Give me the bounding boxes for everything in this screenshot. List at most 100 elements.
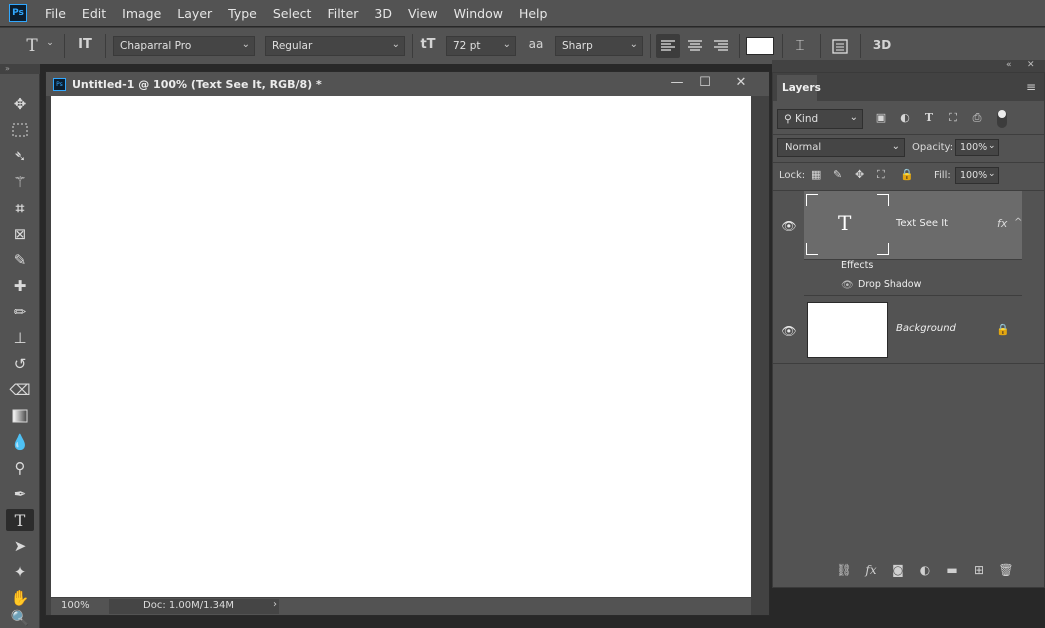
lock-image-pixels-icon[interactable]: ✎ <box>833 168 842 181</box>
shape-filter-icon[interactable]: ⛶ <box>945 111 961 127</box>
menu-file[interactable]: File <box>37 6 74 21</box>
lock-label: Lock: <box>779 170 806 181</box>
eyedropper-tool-icon[interactable]: ✎ <box>6 249 34 271</box>
magic-wand-tool-icon[interactable]: ⚚ <box>6 171 34 193</box>
menu-help[interactable]: Help <box>511 6 556 21</box>
gradient-tool-icon[interactable] <box>6 405 34 427</box>
warp-text-icon[interactable]: ⌶ <box>789 36 811 54</box>
document-title: Untitled-1 @ 100% (Text See It, RGB/8) * <box>72 77 322 91</box>
chevron-down-icon: ⌄ <box>241 39 250 50</box>
move-tool-icon[interactable]: ✥ <box>6 93 34 115</box>
menu-layer[interactable]: Layer <box>169 6 220 21</box>
link-layers-icon[interactable]: ⛓ <box>836 563 852 579</box>
divider <box>782 34 783 58</box>
type-tool-preset-icon[interactable]: T <box>22 36 42 56</box>
menu-window[interactable]: Window <box>446 6 511 21</box>
chevron-up-icon[interactable]: ^ <box>1014 217 1022 228</box>
marquee-tool-icon[interactable] <box>6 119 34 141</box>
effect-visibility-eye-icon[interactable]: 👁 <box>841 280 854 291</box>
visibility-eye-icon[interactable]: 👁 <box>781 324 797 338</box>
canvas[interactable] <box>51 96 751 597</box>
close-panel-icon[interactable]: ✕ <box>1027 60 1035 70</box>
menu-3d[interactable]: 3D <box>366 6 400 21</box>
menu-image[interactable]: Image <box>114 6 169 21</box>
delete-layer-icon[interactable]: 🗑 <box>998 563 1014 579</box>
blur-tool-icon[interactable]: 💧 <box>6 431 34 453</box>
zoom-level[interactable]: 100% <box>55 600 107 614</box>
lock-transparent-pixels-icon[interactable]: ▦ <box>811 168 821 181</box>
font-size-dropdown[interactable]: 72 pt ⌄ <box>446 36 516 56</box>
crop-tool-icon[interactable]: ⌗ <box>6 197 34 219</box>
clone-stamp-tool-icon[interactable]: ⊥ <box>6 327 34 349</box>
menu-type[interactable]: Type <box>220 6 265 21</box>
minimize-button[interactable]: — <box>666 75 688 93</box>
frame-tool-icon[interactable]: ⊠ <box>6 223 34 245</box>
tab-layers[interactable]: Layers <box>777 75 821 101</box>
path-selection-tool-icon[interactable]: ➤ <box>6 535 34 557</box>
add-mask-icon[interactable]: ◙ <box>890 563 906 579</box>
maximize-button[interactable]: ☐ <box>694 75 716 93</box>
panel-dock-header: « ✕ <box>772 60 1045 72</box>
new-group-icon[interactable]: ▬ <box>944 563 960 579</box>
pen-tool-icon[interactable]: ✒ <box>6 483 34 505</box>
dodge-tool-icon[interactable]: ⚲ <box>6 457 34 479</box>
hand-tool-icon[interactable]: ✋ <box>6 587 34 609</box>
align-left-button[interactable] <box>656 34 680 58</box>
lasso-tool-icon[interactable]: ➴ <box>6 145 34 167</box>
chevron-right-icon[interactable]: › <box>273 599 277 610</box>
brush-tool-icon[interactable]: ✏ <box>6 301 34 323</box>
collapse-panels-icon[interactable]: « <box>1006 60 1012 70</box>
opacity-input[interactable]: 100% ⌄ <box>955 139 999 156</box>
eraser-tool-icon[interactable]: ⌫ <box>6 379 34 401</box>
anti-alias-dropdown[interactable]: Sharp ⌄ <box>555 36 643 56</box>
align-right-button[interactable] <box>709 34 733 58</box>
3d-button[interactable]: 3D <box>870 38 894 52</box>
font-family-dropdown[interactable]: Chaparral Pro ⌄ <box>113 36 255 56</box>
document-tab[interactable]: Ps Untitled-1 @ 100% (Text See It, RGB/8… <box>46 72 769 96</box>
chevron-down-icon[interactable]: ⌄ <box>988 169 996 179</box>
visibility-eye-icon[interactable]: 👁 <box>781 219 797 233</box>
close-button[interactable]: ✕ <box>730 75 752 93</box>
align-center-button[interactable] <box>683 34 707 58</box>
fx-icon[interactable]: fx <box>997 217 1007 230</box>
text-orientation-icon[interactable]: IT <box>74 37 96 52</box>
new-adjustment-layer-icon[interactable]: ◐ <box>917 563 933 579</box>
chevron-down-icon[interactable]: ⌄ <box>988 141 996 151</box>
add-layer-style-icon[interactable]: fx <box>863 563 879 579</box>
options-bar: T ⌄ IT Chaparral Pro ⌄ Regular ⌄ tT 72 p… <box>0 27 1045 64</box>
layer-name-background[interactable]: Background <box>896 323 956 334</box>
chevron-down-icon: ⌄ <box>849 112 858 123</box>
lock-artboard-icon[interactable]: ⛶ <box>877 168 885 182</box>
vertical-scrollbar[interactable] <box>751 96 769 615</box>
custom-shape-tool-icon[interactable]: ✦ <box>6 561 34 583</box>
menu-filter[interactable]: Filter <box>319 6 366 21</box>
menu-select[interactable]: Select <box>265 6 320 21</box>
type-tool-icon[interactable]: T <box>6 509 34 531</box>
fill-input[interactable]: 100% ⌄ <box>955 167 999 184</box>
new-layer-icon[interactable]: ⊞ <box>971 563 987 579</box>
adjustment-filter-icon[interactable]: ◐ <box>897 111 913 127</box>
history-brush-tool-icon[interactable]: ↺ <box>6 353 34 375</box>
layer-name-text[interactable]: Text See It <box>896 218 948 229</box>
divider <box>773 134 1044 135</box>
filter-kind-dropdown[interactable]: ⚲ Kind ⌄ <box>777 109 863 129</box>
layer-thumbnail-text: T <box>806 194 889 255</box>
type-filter-icon[interactable]: T <box>921 111 937 127</box>
effect-drop-shadow[interactable]: Drop Shadow <box>858 279 921 290</box>
tools-collapse-handle[interactable]: » <box>0 64 40 74</box>
menu-view[interactable]: View <box>400 6 446 21</box>
character-panel-icon[interactable] <box>830 37 850 59</box>
smart-object-filter-icon[interactable]: ⎙ <box>969 111 985 127</box>
lock-position-icon[interactable]: ✥ <box>855 168 864 181</box>
panel-menu-icon[interactable]: ≡ <box>1026 80 1036 94</box>
text-color-swatch[interactable] <box>746 37 774 55</box>
menu-edit[interactable]: Edit <box>74 6 114 21</box>
chevron-down-icon[interactable]: ⌄ <box>44 38 56 48</box>
font-style-dropdown[interactable]: Regular ⌄ <box>265 36 405 56</box>
healing-brush-tool-icon[interactable]: ✚ <box>6 275 34 297</box>
zoom-tool-icon[interactable]: 🔍 <box>6 608 34 628</box>
lock-all-icon[interactable]: 🔒 <box>900 168 914 181</box>
blend-mode-dropdown[interactable]: Normal ⌄ <box>777 138 905 157</box>
layer-thumbnail-background <box>807 302 888 358</box>
pixel-filter-icon[interactable]: ▣ <box>873 111 889 127</box>
